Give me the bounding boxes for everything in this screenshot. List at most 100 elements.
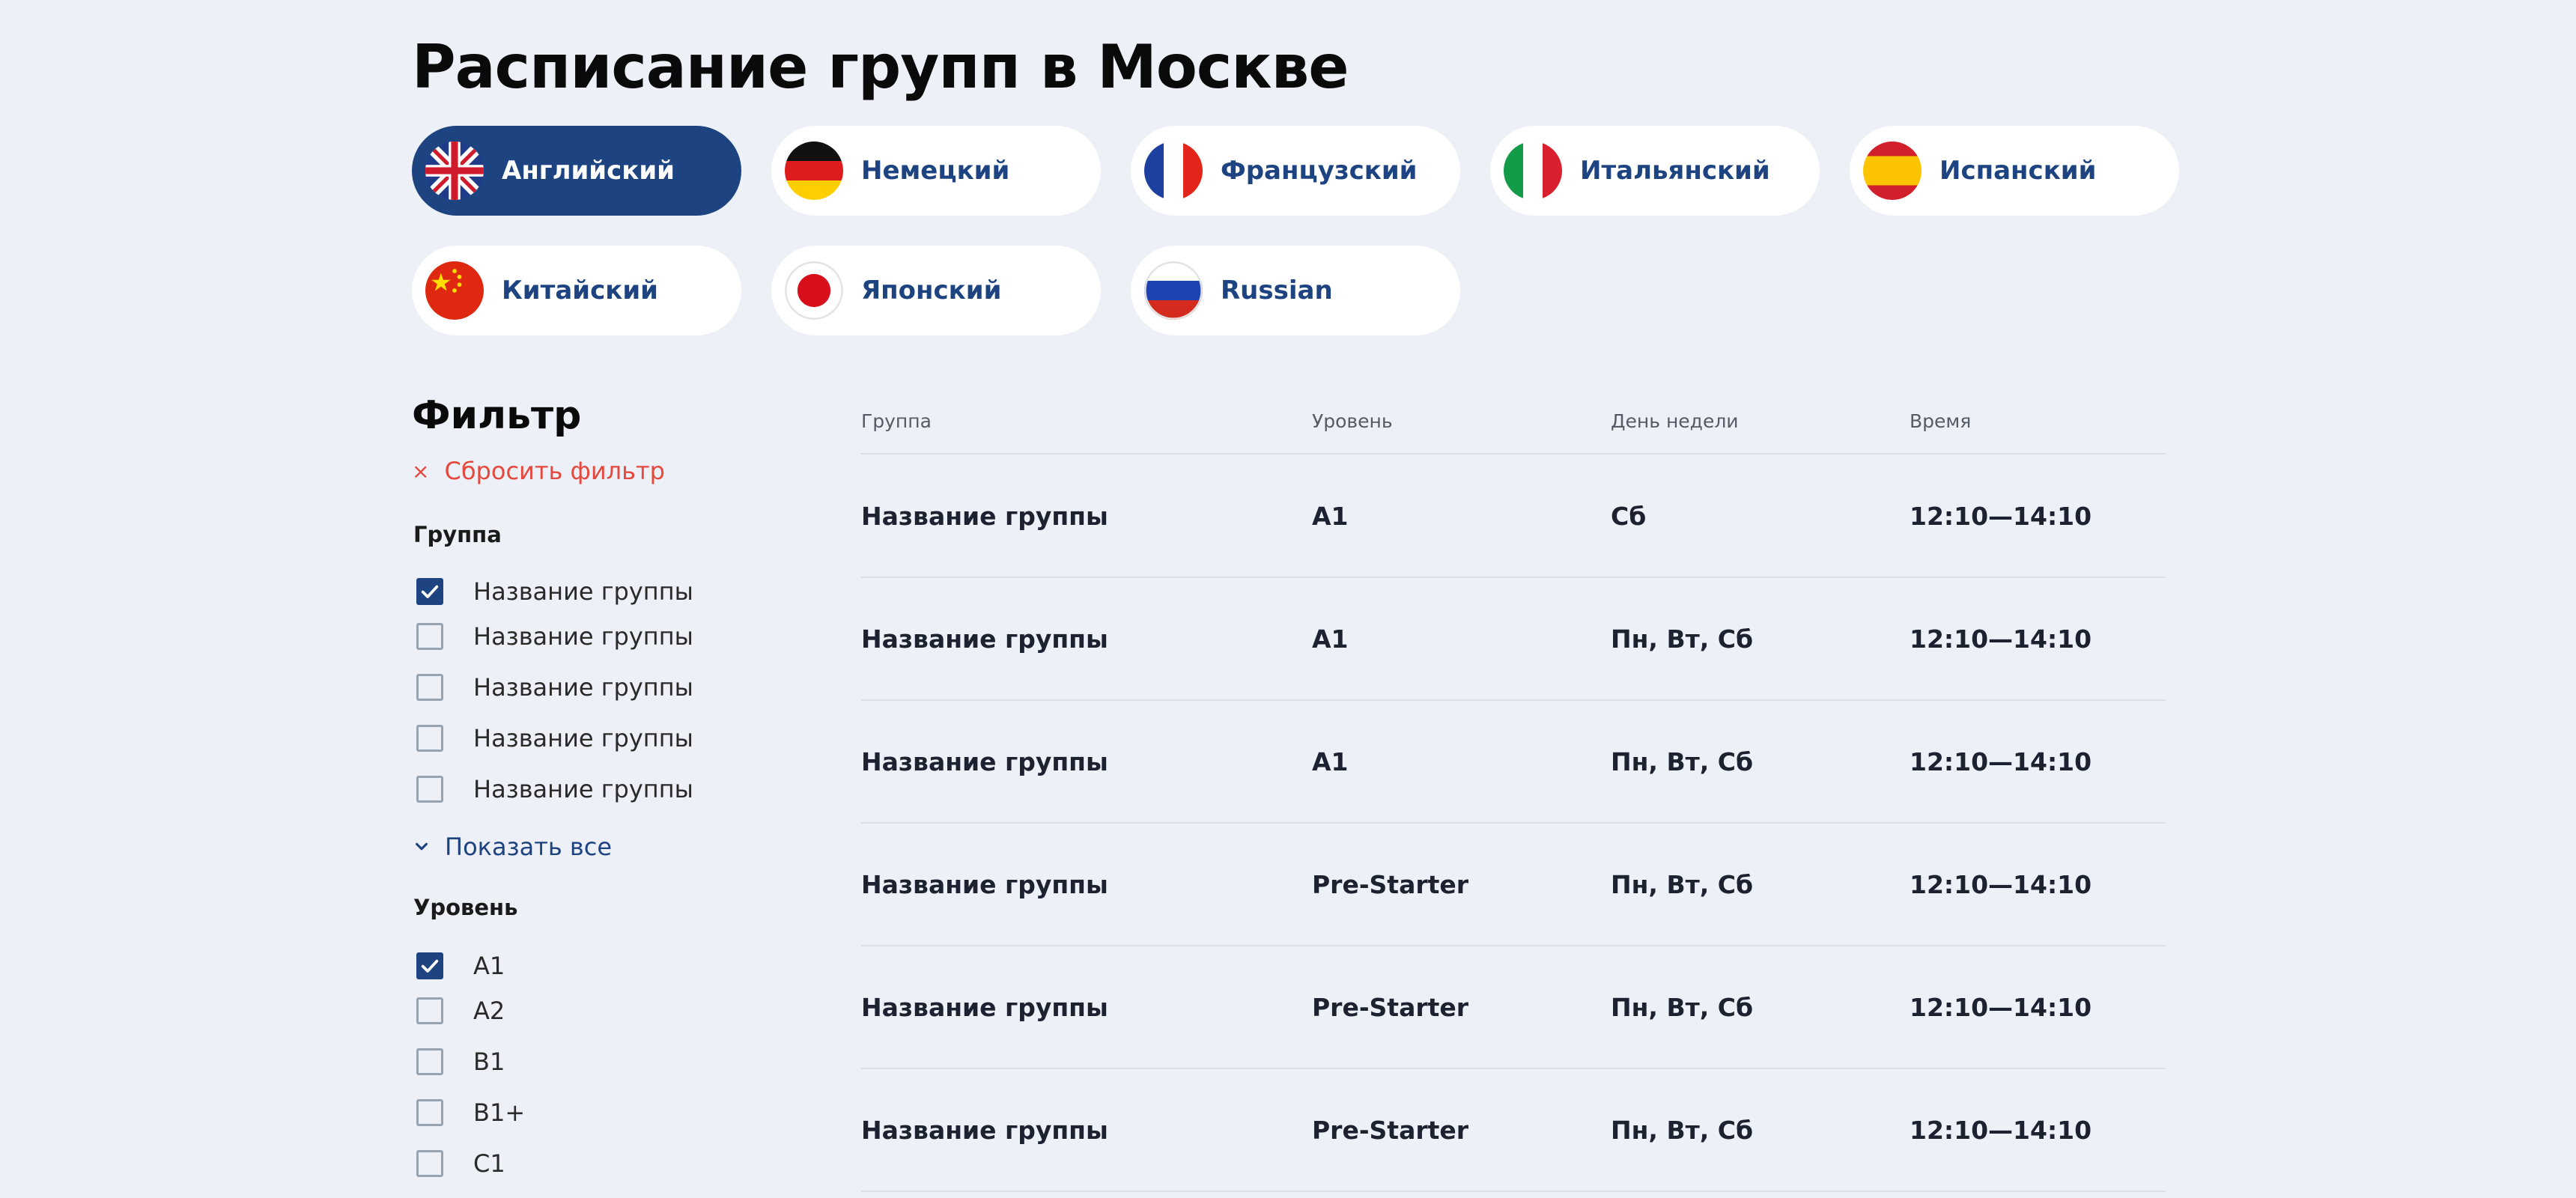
table-divider [861,577,2166,578]
language-tab-german[interactable]: Немецкий [771,126,1101,216]
level-checkbox-row[interactable]: C1 [416,1149,505,1178]
checkmark-icon [421,585,439,598]
language-tab-chinese[interactable]: Китайский [412,246,741,335]
table-cell-level: Pre-Starter [1312,993,1469,1022]
checkbox-label: A2 [473,997,505,1025]
table-cell-group: Название группы [861,870,1108,899]
group-filter-heading: Группа [413,522,502,547]
table-cell-day: Пн, Вт, Сб [1611,1116,1754,1145]
checkbox-label: A1 [473,952,505,980]
language-tab-spanish[interactable]: Испанский [1850,126,2179,216]
checkbox[interactable] [416,1150,443,1177]
show-all-button[interactable]: Показать все [413,833,612,861]
level-checkbox-row[interactable]: B1+ [416,1098,525,1127]
russia-flag-icon [1144,261,1203,320]
show-all-label: Показать все [445,833,613,861]
checkbox-checked[interactable] [416,578,443,605]
table-cell-day: Пн, Вт, Сб [1611,993,1754,1022]
language-label: Японский [861,276,1002,305]
language-tab-japanese[interactable]: Японский [771,246,1101,335]
language-label: Английский [502,156,675,186]
checkbox-label: Название группы [473,577,693,606]
checkbox[interactable] [416,1048,443,1075]
table-cell-time: 12:10—14:10 [1910,502,2092,531]
table-cell-time: 12:10—14:10 [1910,870,2092,899]
checkbox-checked[interactable] [416,952,443,979]
table-cell-group: Название группы [861,993,1108,1022]
level-checkbox-row[interactable]: B1 [416,1048,505,1076]
column-header-level: Уровень [1312,410,1393,432]
japan-flag-icon [785,261,843,320]
language-label: Немецкий [861,156,1010,186]
language-label: Французский [1221,156,1418,186]
table-divider [861,822,2166,824]
language-label: Китайский [502,276,658,305]
checkbox[interactable] [416,623,443,650]
table-cell-day: Пн, Вт, Сб [1611,747,1754,776]
level-checkbox-row[interactable]: A2 [416,997,505,1025]
table-divider [861,1068,2166,1069]
table-cell-group: Название группы [861,747,1108,776]
germany-flag-icon [785,142,843,200]
checkbox-label: Название группы [473,622,693,651]
level-filter-heading: Уровень [413,895,518,920]
table-divider [861,453,2166,454]
table-cell-day: Пн, Вт, Сб [1611,624,1754,654]
uk-flag-icon [425,142,484,200]
group-checkbox-row[interactable]: Название группы [416,775,693,803]
group-checkbox-row[interactable]: Название группы [416,724,693,752]
checkbox[interactable] [416,997,443,1024]
language-tab-russian[interactable]: Russian [1131,246,1460,335]
table-cell-group: Название группы [861,624,1108,654]
china-flag-icon [425,261,484,320]
checkbox-label: B1 [473,1048,505,1076]
reset-filter-label: Сбросить фильтр [444,457,665,485]
checkbox-label: B1+ [473,1098,526,1127]
language-tab-french[interactable]: Французский [1131,126,1460,216]
checkbox[interactable] [416,725,443,752]
close-icon: × [412,458,430,484]
reset-filter-button[interactable]: × Сбросить фильтр [412,457,665,485]
table-divider [861,1191,2166,1192]
table-cell-group: Название группы [861,1116,1108,1145]
table-divider [861,699,2166,701]
table-cell-level: Pre-Starter [1312,1116,1469,1145]
checkbox-label: Название группы [473,775,693,803]
language-tab-english[interactable]: Английский [412,126,741,216]
group-checkbox-row[interactable]: Название группы [416,673,693,702]
table-cell-time: 12:10—14:10 [1910,747,2092,776]
language-label: Испанский [1939,156,2097,186]
group-checkbox-row[interactable]: Название группы [416,577,693,606]
table-cell-time: 12:10—14:10 [1910,1116,2092,1145]
table-cell-group: Название группы [861,502,1108,531]
language-tab-italian[interactable]: Итальянский [1490,126,1820,216]
level-checkbox-row[interactable]: A1 [416,952,505,980]
table-divider [861,945,2166,946]
checkmark-icon [421,959,439,973]
checkbox-label: Название группы [473,724,693,752]
table-cell-day: Пн, Вт, Сб [1611,870,1754,899]
table-cell-level: A1 [1312,747,1349,776]
checkbox[interactable] [416,674,443,701]
language-label: Russian [1221,276,1333,305]
table-cell-level: A1 [1312,624,1349,654]
checkbox[interactable] [416,776,443,803]
table-cell-level: Pre-Starter [1312,870,1469,899]
table-cell-time: 12:10—14:10 [1910,993,2092,1022]
column-header-group: Группа [861,410,932,432]
chevron-down-icon [416,842,428,851]
spain-flag-icon [1863,142,1922,200]
language-label: Итальянский [1580,156,1770,186]
column-header-day: День недели [1611,410,1739,432]
group-checkbox-row[interactable]: Название группы [416,622,693,651]
table-cell-level: A1 [1312,502,1349,531]
checkbox[interactable] [416,1099,443,1126]
page-title: Расписание групп в Москве [412,32,1349,102]
table-cell-day: Сб [1611,502,1647,531]
checkbox-label: Название группы [473,673,693,702]
italy-flag-icon [1504,142,1562,200]
filter-title: Фильтр [412,393,582,438]
france-flag-icon [1144,142,1203,200]
column-header-time: Время [1910,410,1972,432]
table-cell-time: 12:10—14:10 [1910,624,2092,654]
